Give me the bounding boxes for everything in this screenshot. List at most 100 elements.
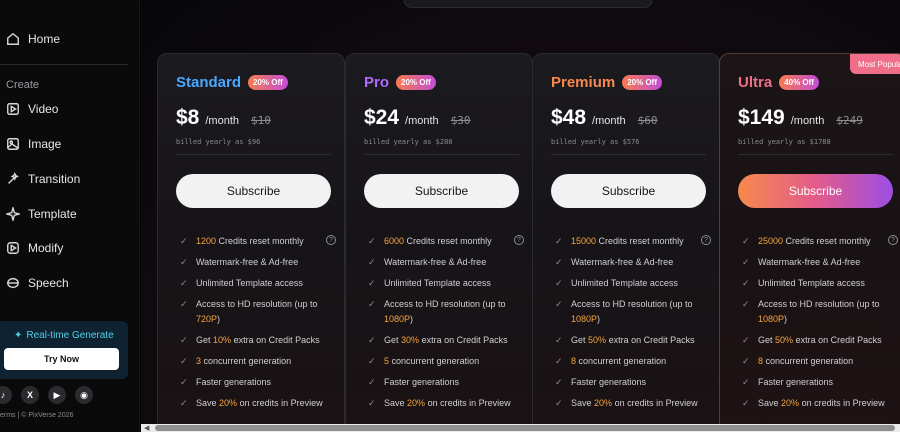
plan-name: Pro <box>364 74 390 91</box>
credits-text: Credits reset monthly <box>598 236 684 246</box>
price-period: /month <box>790 115 825 127</box>
check-icon: ✓ <box>180 398 188 408</box>
check-icon: ✓ <box>368 278 376 288</box>
template-icon <box>6 207 20 221</box>
original-price: $10 <box>251 114 271 127</box>
feature-extra: ✓ Get 50% extra on Credit Packs <box>742 333 892 348</box>
feature-extra: ✓ Get 10% extra on Credit Packs <box>180 333 330 348</box>
feature-watermark: ✓ Watermark-free & Ad-free <box>180 255 330 270</box>
credits-text: Credits reset monthly <box>406 236 492 246</box>
preview-save: 20% <box>594 398 613 408</box>
price-row: $48 /month $60 <box>551 106 658 130</box>
footer-links: erms | © PixVerse 2026 <box>0 412 74 419</box>
feature-preview: ✓ Save 20% on credits in Preview <box>180 396 330 411</box>
feature-preview: ✓ Save 20% on credits in Preview <box>555 396 705 411</box>
feature-faster: ✓ Faster generations <box>555 375 705 390</box>
check-icon: ✓ <box>368 257 376 267</box>
check-icon: ✓ <box>742 299 750 309</box>
feature-concurrent: ✓ 3 concurrent generation <box>180 354 330 369</box>
credits-text: Credits reset monthly <box>218 236 304 246</box>
plan-name: Standard <box>176 74 242 91</box>
feature-hd: ✓ Access to HD resolution (up to 720P) <box>180 297 330 327</box>
feature-hd: ✓ Access to HD resolution (up to 1080P) <box>368 297 518 327</box>
hd-resolution: 720P <box>196 314 218 324</box>
nav-template[interactable]: Template <box>6 207 77 221</box>
modify-icon <box>7 242 19 254</box>
info-icon[interactable]: ? <box>701 235 711 245</box>
plan-price: $8 <box>176 106 200 129</box>
sidebar-divider <box>0 64 128 65</box>
home-icon <box>7 32 19 45</box>
feature-preview: ✓ Save 20% on credits in Preview <box>368 396 518 411</box>
check-icon: ✓ <box>180 236 188 246</box>
plan-price: $149 <box>738 106 785 129</box>
plan-price: $48 <box>551 106 587 129</box>
feature-hd: ✓ Access to HD resolution (up to 1080P) <box>555 297 705 327</box>
subscribe-button[interactable]: Subscribe <box>364 174 519 208</box>
feature-faster: ✓ Faster generations <box>180 375 330 390</box>
card-divider <box>176 154 331 155</box>
scroll-left-icon[interactable]: ◀ <box>144 424 149 432</box>
check-icon: ✓ <box>742 356 750 366</box>
discord-icon[interactable]: ◉ <box>75 386 93 404</box>
plan-card-pro: Pro 20% Off $24 /month $30 billed yearly… <box>345 53 533 432</box>
check-icon: ✓ <box>742 377 750 387</box>
feature-credits: ✓ 6000 Credits reset monthly ? <box>368 234 524 249</box>
nav-label: Transition <box>28 172 81 186</box>
youtube-icon[interactable]: ▶ <box>48 386 66 404</box>
info-icon[interactable]: ? <box>888 235 898 245</box>
nav-image[interactable]: Image <box>6 137 61 151</box>
nav-video[interactable]: Video <box>6 102 58 116</box>
check-icon: ✓ <box>555 356 563 366</box>
scroll-thumb[interactable] <box>155 425 895 431</box>
concurrent-count: 8 <box>758 356 764 366</box>
realtime-promo: ✦ Real-time Generate Try Now <box>0 321 128 379</box>
billed-note: billed yearly as $288 <box>364 138 453 146</box>
feature-extra: ✓ Get 30% extra on Credit Packs <box>368 333 518 348</box>
info-icon[interactable]: ? <box>326 235 336 245</box>
check-icon: ✓ <box>742 335 750 345</box>
check-icon: ✓ <box>742 257 750 267</box>
billed-note: billed yearly as $576 <box>551 138 640 146</box>
realtime-label-text: Real-time Generate <box>26 330 114 341</box>
plan-card-standard: Standard 20% Off $8 /month $10 billed ye… <box>157 53 345 432</box>
extra-percent: 30% <box>401 335 420 345</box>
x-icon[interactable]: X <box>21 386 39 404</box>
tiktok-icon[interactable]: ♪ <box>0 386 12 404</box>
nav-speech[interactable]: Speech <box>6 276 69 290</box>
discount-badge: 20% Off <box>248 75 288 90</box>
price-period: /month <box>405 115 439 127</box>
horizontal-scrollbar[interactable]: ◀ <box>141 424 900 432</box>
transition-icon <box>8 172 19 184</box>
subscribe-button[interactable]: Subscribe <box>176 174 331 208</box>
nav-label: Modify <box>28 241 64 255</box>
feature-watermark: ✓ Watermark-free & Ad-free <box>368 255 518 270</box>
plan-card-premium: Premium 20% Off $48 /month $60 billed ye… <box>532 53 720 432</box>
feature-credits: ✓ 25000 Credits reset monthly ? <box>742 234 898 249</box>
feature-credits: ✓ 15000 Credits reset monthly ? <box>555 234 711 249</box>
top-toggle[interactable] <box>403 0 653 8</box>
discount-badge: 40% Off <box>779 75 819 90</box>
feature-template: ✓ Unlimited Template access <box>555 276 705 291</box>
subscribe-button[interactable]: Subscribe <box>738 174 893 208</box>
nav-modify[interactable]: Modify <box>6 241 63 255</box>
try-now-button[interactable]: Try Now <box>4 348 119 370</box>
nav-home[interactable]: Home <box>6 32 60 46</box>
billed-note: billed yearly as $96 <box>176 138 261 146</box>
info-icon[interactable]: ? <box>514 235 524 245</box>
pricing-main: Standard 20% Off $8 /month $10 billed ye… <box>141 0 900 432</box>
check-icon: ✓ <box>368 299 376 309</box>
original-price: $30 <box>450 114 471 127</box>
nav-transition[interactable]: Transition <box>6 172 80 186</box>
credits-amount: 15000 <box>571 236 597 246</box>
concurrent-count: 5 <box>384 356 390 366</box>
concurrent-count: 3 <box>196 356 202 366</box>
feature-template: ✓ Unlimited Template access <box>180 276 330 291</box>
check-icon: ✓ <box>742 236 750 246</box>
preview-save: 20% <box>781 398 800 408</box>
feature-list: ✓ 1200 Credits reset monthly ? ✓ Waterma… <box>180 234 336 417</box>
social-links: ♪ X ▶ ◉ <box>0 386 93 404</box>
feature-template: ✓ Unlimited Template access <box>368 276 518 291</box>
feature-watermark: ✓ Watermark-free & Ad-free <box>555 255 705 270</box>
subscribe-button[interactable]: Subscribe <box>551 174 706 208</box>
